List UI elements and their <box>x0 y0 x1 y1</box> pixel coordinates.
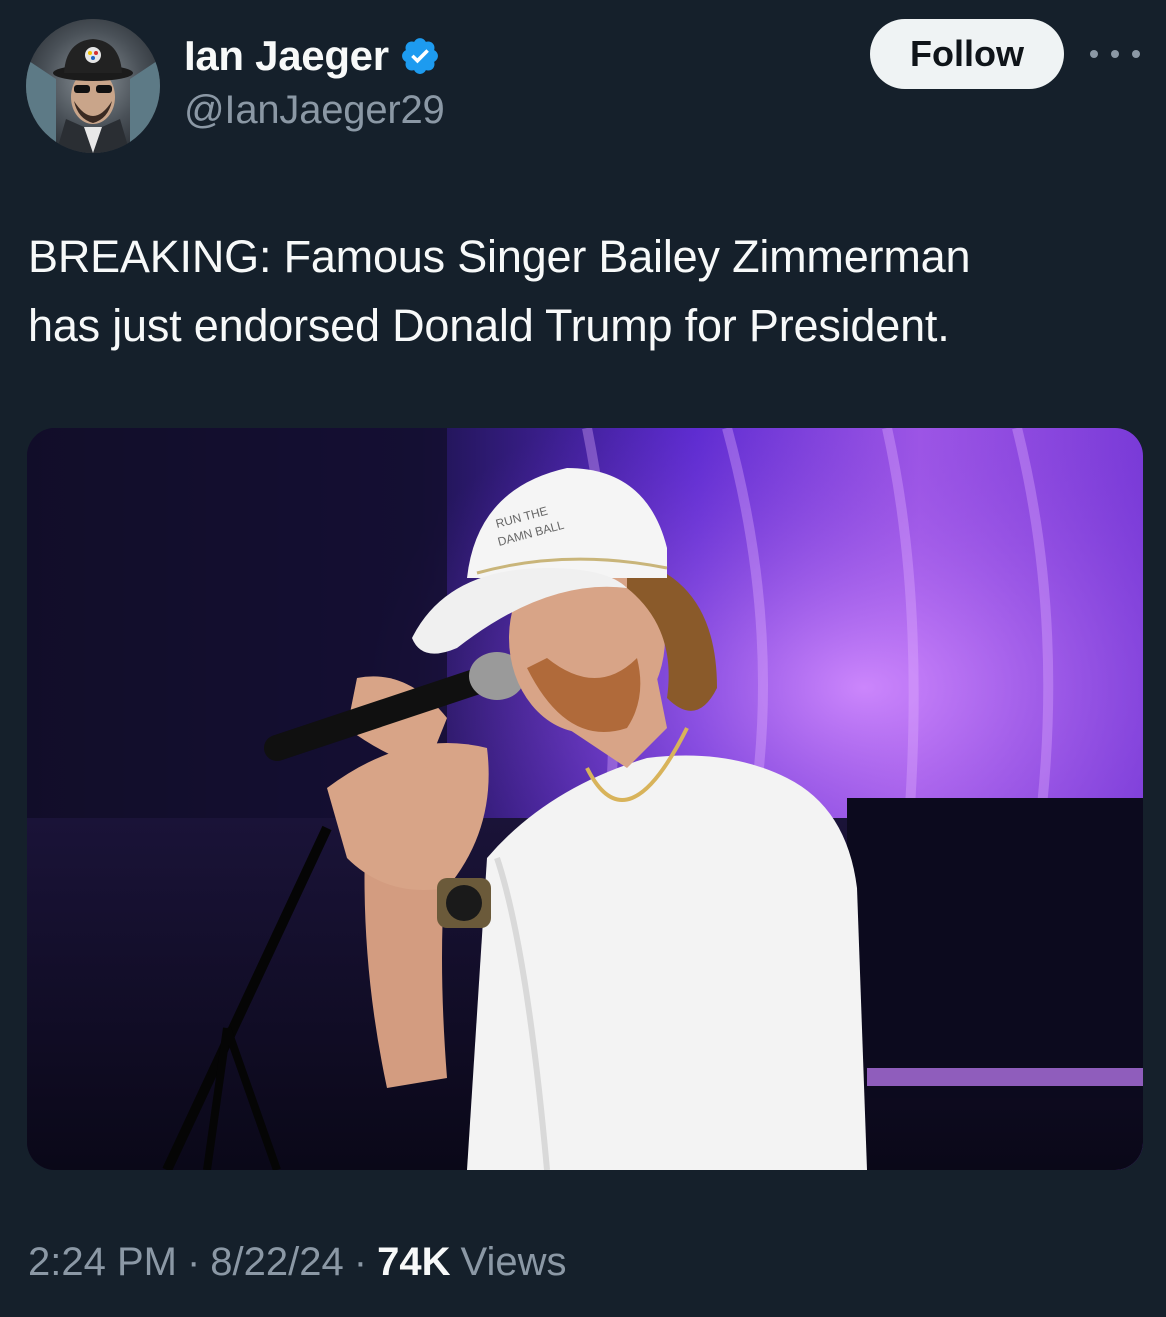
more-dot <box>1090 50 1098 58</box>
tweet-text: BREAKING: Famous Singer Bailey Zimmerman… <box>28 222 1138 360</box>
verified-badge-icon[interactable] <box>399 35 441 77</box>
meta-separator: · <box>353 1240 368 1284</box>
views-count[interactable]: 74K <box>377 1240 450 1285</box>
more-dot <box>1132 50 1140 58</box>
user-handle[interactable]: @IanJaeger29 <box>184 88 445 133</box>
views-label[interactable]: Views <box>460 1240 566 1285</box>
tweet-photo[interactable]: RUN THE DAMN BALL <box>27 428 1143 1170</box>
tweet-time[interactable]: 2:24 PM <box>28 1240 177 1285</box>
name-row: Ian Jaeger <box>184 28 445 84</box>
follow-button[interactable]: Follow <box>870 19 1064 89</box>
meta-separator: · <box>186 1240 201 1284</box>
more-horizontal-icon[interactable] <box>1090 38 1140 70</box>
tweet-date[interactable]: 8/22/24 <box>210 1240 343 1285</box>
user-info: Ian Jaeger @IanJaeger29 <box>184 28 445 133</box>
tweet-text-line: BREAKING: Famous Singer Bailey Zimmerman <box>28 231 971 282</box>
avatar-image <box>26 19 160 153</box>
tweet-meta: 2:24 PM · 8/22/24 · 74K Views <box>28 1240 566 1285</box>
avatar[interactable] <box>26 19 160 153</box>
singer-photo: RUN THE DAMN BALL <box>27 428 1143 1170</box>
more-dot <box>1111 50 1119 58</box>
tweet-text-line: has just endorsed Donald Trump for Presi… <box>28 300 950 351</box>
display-name[interactable]: Ian Jaeger <box>184 32 389 80</box>
tweet-card: Ian Jaeger @IanJaeger29 Follow BREAKING:… <box>0 0 1166 1317</box>
